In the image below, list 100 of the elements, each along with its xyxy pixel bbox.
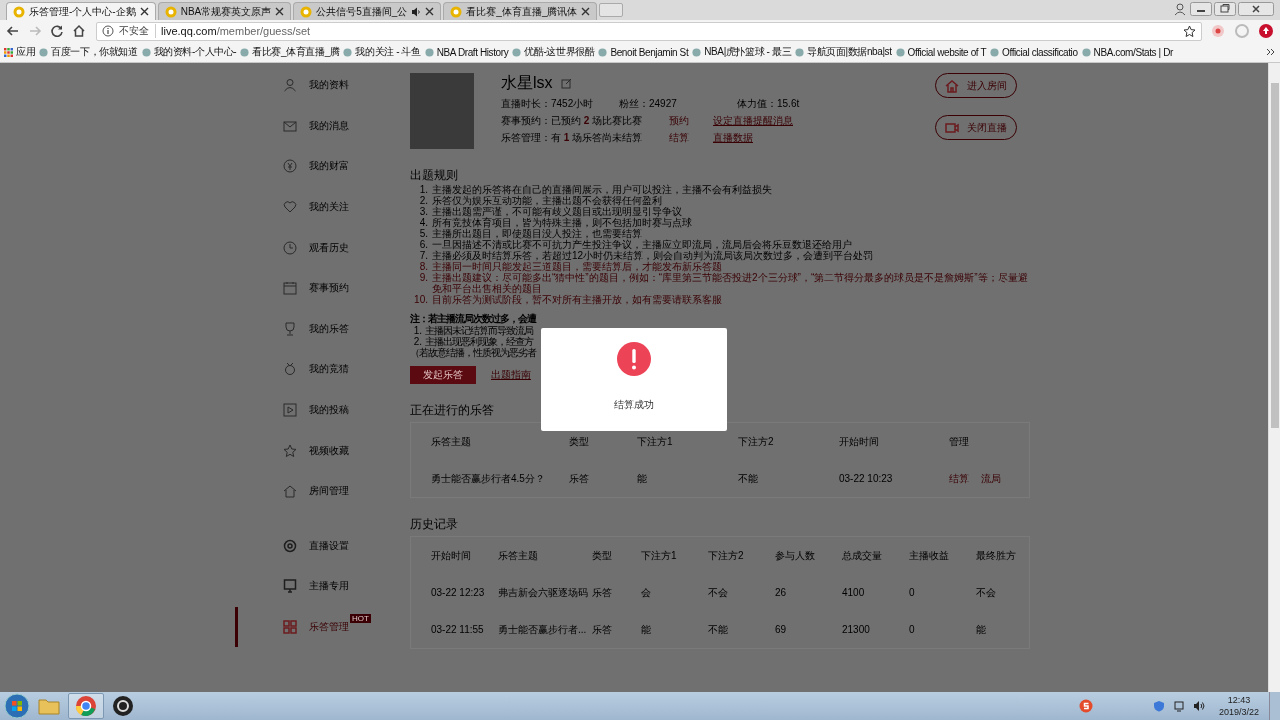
calendar-icon [283, 281, 297, 296]
close-icon[interactable] [581, 7, 591, 16]
table-cell-text: 乐答 [592, 585, 613, 600]
close-icon[interactable] [139, 7, 149, 16]
sidebar-item[interactable]: 我的消息 [235, 105, 395, 147]
browser-tab[interactable]: 公共信号5直播间_公 [293, 2, 442, 20]
star-icon[interactable] [1183, 24, 1196, 38]
minimize-icon[interactable] [1190, 2, 1212, 16]
bookmark[interactable]: Benoit Benjamin St [598, 46, 689, 58]
sidebar-item[interactable]: 乐答管理 HOT [235, 606, 395, 648]
table-cell-text: 会 [641, 585, 652, 600]
action-link[interactable]: 流局 [981, 471, 1001, 486]
bookmark[interactable]: NBA Draft History [424, 46, 509, 58]
app-icon[interactable] [112, 695, 134, 717]
sidebar-item[interactable]: 房间管理 [235, 470, 395, 512]
column-header: 最终胜方 [976, 548, 1017, 563]
link[interactable]: 直播数据 [713, 131, 753, 145]
chevron-icon[interactable] [1266, 47, 1276, 57]
scrollbar-thumb[interactable] [1270, 83, 1279, 428]
table-cell-text: 03-22 10:23 [839, 473, 894, 484]
action-link[interactable]: 预约 [669, 114, 713, 128]
address-field[interactable]: 不安全 live.qq.com/member/guess/set [96, 21, 1202, 41]
bookmark[interactable]: 看比赛_体育直播_腾 [240, 45, 340, 59]
extension-icon[interactable] [1258, 23, 1274, 39]
table-cell-text: 03-22 11:55 [431, 624, 485, 635]
sidebar-item[interactable]: 主播专用 [235, 566, 395, 607]
sidebar-item[interactable]: 视频收藏 [235, 430, 395, 471]
sidebar-item[interactable]: 观看历史 [235, 227, 395, 268]
favicon-icon [450, 5, 463, 18]
link[interactable]: 设定直播提醒消息 [713, 114, 793, 128]
bookmark[interactable]: 我的关注 - 斗鱼 [343, 45, 421, 59]
browser-icon[interactable] [75, 695, 97, 717]
bookmark[interactable]: 应用 [4, 45, 36, 59]
action-link[interactable]: 结算 [669, 131, 713, 145]
sidebar-item[interactable]: 赛事预约 [235, 267, 395, 309]
play-icon [283, 403, 297, 418]
scrollbar[interactable] [1268, 63, 1280, 692]
monitor-icon [283, 579, 297, 594]
browser-tab[interactable]: 乐答管理-个人中心-企鹅 [6, 2, 156, 20]
alert-icon [617, 342, 651, 376]
bookmark[interactable]: NBA.com/Stats | Dr [1081, 46, 1173, 58]
home-icon[interactable] [72, 24, 86, 38]
edit-icon[interactable] [560, 78, 572, 89]
column-header: 类型 [569, 434, 590, 449]
table-cell-text: 不会 [976, 585, 997, 600]
network-icon[interactable] [1172, 700, 1185, 712]
guide-link[interactable]: 出题指南 [491, 368, 531, 382]
list-number: 8. [418, 261, 429, 272]
sidebar-item[interactable]: 我的资料 [235, 65, 395, 106]
close-icon[interactable] [275, 7, 285, 16]
browser-tab[interactable]: NBA常规赛英文原声 [157, 2, 292, 20]
column-header: 下注方2 [708, 548, 745, 563]
table-cell-text: 勇士能否赢步行者4.5分？ [431, 471, 546, 486]
sidebar-item[interactable]: 我的乐答 [235, 308, 395, 350]
list-number: 1. [418, 184, 429, 195]
sidebar-item[interactable]: 我的投稿 [235, 389, 395, 431]
note-text: （若故意结播，性质视为恶劣者 [410, 347, 536, 358]
start-button[interactable] [4, 693, 30, 719]
table-cell-text: 0 [909, 624, 916, 635]
table-cell-text: 03-22 12:23 [431, 587, 486, 598]
url-text: live.qq.com/member/guess/set [161, 25, 312, 37]
extension-icon[interactable] [1210, 23, 1226, 39]
speaker-icon[interactable] [411, 6, 422, 17]
favicon-icon [300, 5, 313, 18]
bookmark[interactable]: Official website of T [895, 46, 987, 58]
action-link[interactable]: 结算 [949, 471, 969, 486]
bookmark[interactable]: Official classificatio [990, 46, 1078, 58]
input-method-icon[interactable] [1078, 699, 1093, 713]
table-cell-text: 21300 [842, 624, 871, 635]
list-number: 2. [412, 336, 423, 347]
close-icon[interactable] [1238, 2, 1274, 16]
column-header: 类型 [592, 548, 613, 563]
apps-icon [4, 47, 13, 57]
sidebar-item[interactable]: 我的关注 [235, 186, 395, 228]
close-icon[interactable] [425, 7, 435, 16]
bookmark[interactable]: 导航页面|数据nba|st [795, 45, 892, 59]
bookmark[interactable]: 我的资料-个人中心- [141, 45, 237, 59]
rule-text: 主播必须及时结算乐答，若超过12小时仍未结算，则会自动判为流局该局次数过多，会遭到平台处罚 [432, 250, 874, 261]
create-button[interactable]: 发起乐答 [410, 366, 476, 384]
table-cell-text: 乐答 [592, 622, 613, 637]
reload-icon[interactable] [50, 24, 64, 38]
bookmark[interactable]: 百度一下，你就知道 [39, 45, 138, 59]
sidebar-item[interactable]: 我的财富 [235, 146, 395, 187]
user-icon[interactable] [1172, 2, 1188, 16]
rule-text: 目前乐答为测试阶段，暂不对所有主播开放，如有需要请联系客服 [432, 294, 722, 305]
list-number: 1. [412, 325, 423, 336]
volume-icon[interactable] [1192, 700, 1205, 712]
browser-tab[interactable]: 看比赛_体育直播_腾讯体 [443, 2, 598, 20]
restore-icon[interactable] [1214, 2, 1236, 16]
sidebar-item[interactable]: 直播设置 [235, 525, 395, 567]
heart-icon [283, 200, 297, 215]
stat-text: 直播时长：7452小时 [501, 97, 595, 111]
sidebar-item[interactable]: 我的竞猜 [235, 349, 395, 390]
table-cell-text: 不能 [708, 622, 729, 637]
table-cell-text: 能 [641, 622, 652, 637]
bookmark[interactable]: NBA|虎扑篮球 - 最三 [692, 45, 792, 59]
back-icon[interactable] [6, 24, 20, 38]
stat-text: 体力值：15.6t [737, 97, 801, 111]
info-icon [102, 25, 114, 37]
bookmark[interactable]: 优酷-这世界很酷 [512, 45, 595, 59]
